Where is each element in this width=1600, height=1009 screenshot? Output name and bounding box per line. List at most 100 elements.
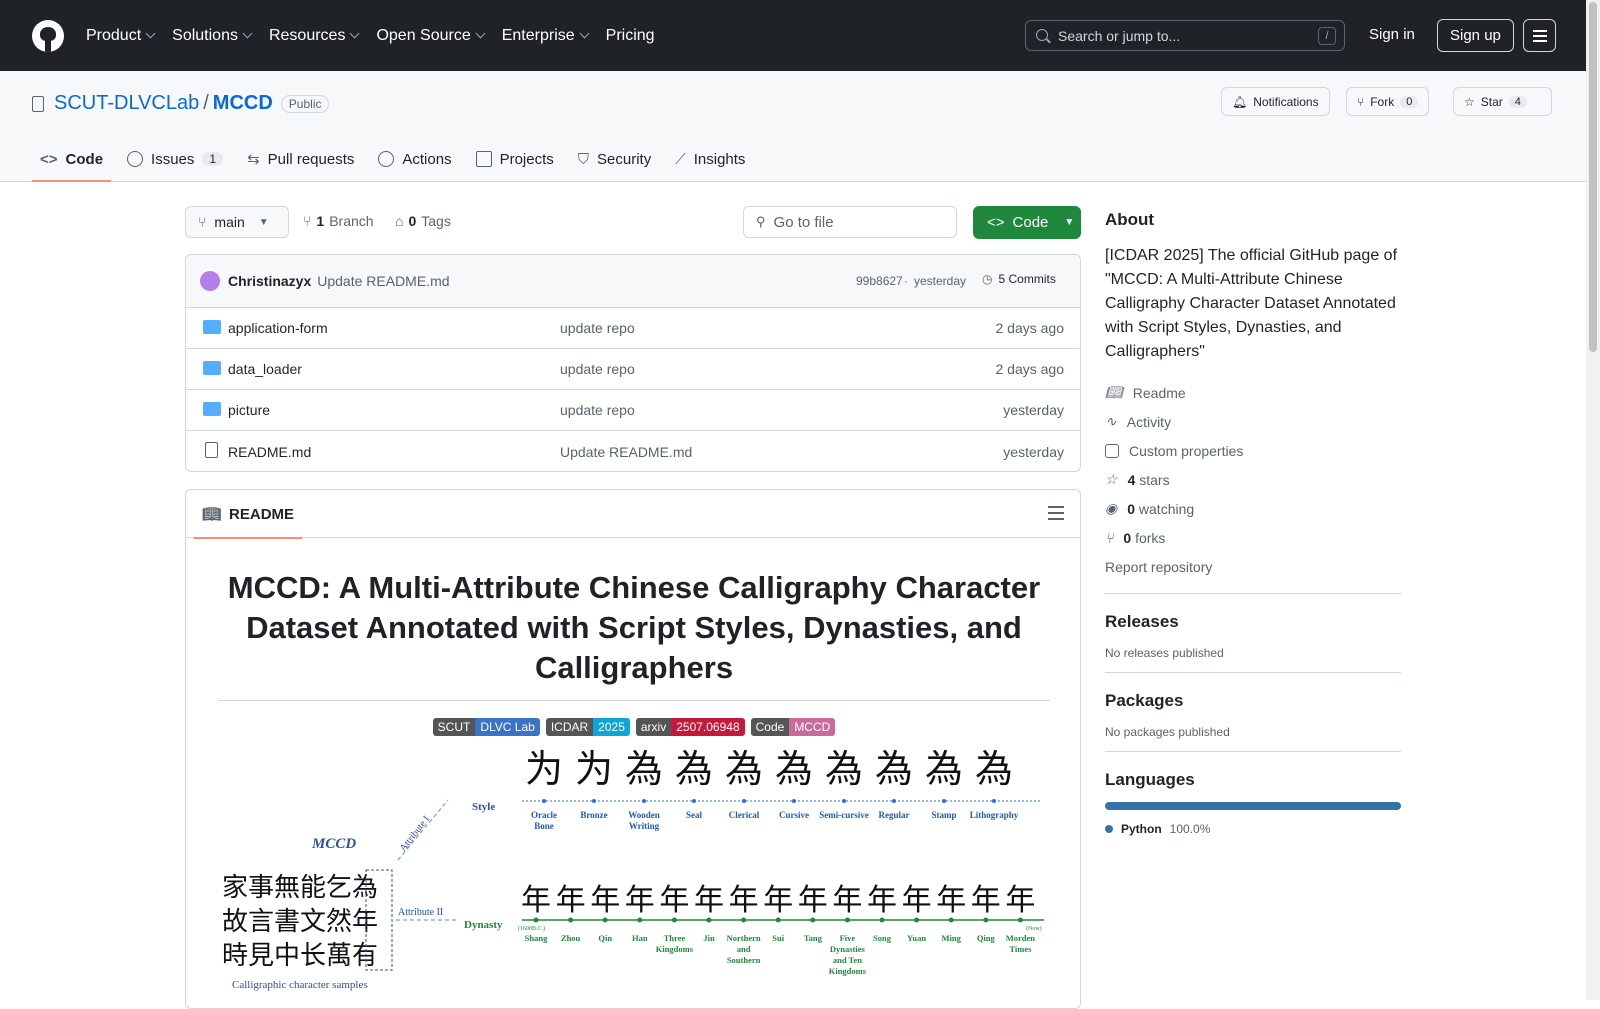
table-row[interactable]: README.md Update README.md yesterday xyxy=(186,431,1080,471)
nav-resources[interactable]: Resources xyxy=(269,27,360,45)
sliders-icon xyxy=(1533,30,1547,32)
branch-selector[interactable]: ⑂ main ▼ xyxy=(185,206,289,238)
style-label: Writing xyxy=(629,821,660,831)
style-label: Bone xyxy=(534,821,554,831)
nav-label: Pricing xyxy=(605,26,655,44)
branches-link[interactable]: ⑂ 1 Branch xyxy=(303,213,374,229)
file-name[interactable]: application-form xyxy=(228,320,328,336)
custom-properties-link[interactable]: Custom properties xyxy=(1105,436,1401,465)
style-point xyxy=(892,799,896,803)
repo-name-link[interactable]: MCCD xyxy=(213,92,273,115)
dynasty-sample-char: 年 xyxy=(625,884,655,917)
star-button[interactable]: ☆ Star 4 xyxy=(1453,87,1552,116)
forks-link[interactable]: ⑂ 0 forks xyxy=(1105,523,1401,552)
watching-link[interactable]: ◉ 0 watching xyxy=(1105,494,1401,523)
fork-button[interactable]: ⑂ Fork 0 xyxy=(1346,87,1430,116)
avatar[interactable] xyxy=(200,271,220,291)
table-row[interactable]: data_loader update repo 2 days ago xyxy=(186,349,1080,390)
badge-code[interactable]: Code MCCD xyxy=(750,718,836,736)
notifications-button[interactable]: 🔔︎ Notifications xyxy=(1221,87,1330,116)
file-commit-message[interactable]: update repo xyxy=(560,320,635,336)
repo-header: SCUT-DLVCLab / MCCD Public 🔔︎ Notificati… xyxy=(0,71,1586,182)
style-sample-char: 为 xyxy=(575,749,613,791)
nav-product[interactable]: Product xyxy=(86,27,156,45)
nav-open-source[interactable]: Open Source xyxy=(376,27,486,45)
code-button[interactable]: <> Code ▼ xyxy=(973,206,1081,239)
badge-arxiv[interactable]: arxiv 2507.06948 xyxy=(635,718,745,736)
dynasty-point xyxy=(775,917,781,923)
branch-icon: ⑂ xyxy=(303,213,312,229)
style-sample-char: 為 xyxy=(925,749,963,791)
about-sidebar: About [ICDAR 2025] The official GitHub p… xyxy=(1105,210,1401,836)
page-scrollbar[interactable] xyxy=(1586,0,1600,1000)
style-sample-char: 為 xyxy=(875,749,913,791)
file-commit-message[interactable]: update repo xyxy=(560,402,635,418)
search-input[interactable]: Search or jump to... / xyxy=(1025,20,1345,51)
sliders-icon-line xyxy=(1533,35,1547,37)
dynasty-sample-char: 年 xyxy=(729,884,759,917)
fork-count: 0 xyxy=(1400,95,1419,108)
dynasty-point xyxy=(741,917,747,923)
language-item[interactable]: Python 100.0% xyxy=(1105,822,1401,836)
tab-label: Projects xyxy=(499,150,554,168)
pulse-icon: ∿ xyxy=(1105,413,1117,429)
scrollbar-thumb[interactable] xyxy=(1589,2,1597,352)
badge-left: SCUT xyxy=(432,718,476,736)
outline-list-icon[interactable] xyxy=(1048,506,1064,520)
nav-enterprise[interactable]: Enterprise xyxy=(502,27,590,45)
tab-insights[interactable]: ⟋ Insights xyxy=(667,136,753,182)
stars-count: 4 xyxy=(1127,471,1136,488)
attribute-2-label: Attribute II xyxy=(398,907,443,918)
commit-author[interactable]: Christinazyx xyxy=(228,273,311,289)
forks-count: 0 xyxy=(1123,529,1132,546)
folder-icon xyxy=(203,402,221,416)
activity-link[interactable]: ∿ Activity xyxy=(1105,407,1401,436)
chevron-down-icon xyxy=(145,28,156,39)
file-name[interactable]: data_loader xyxy=(228,361,302,377)
tab-issues[interactable]: Issues 1 xyxy=(119,136,231,182)
commit-message[interactable]: Update README.md xyxy=(317,273,449,289)
repo-owner-link[interactable]: SCUT-DLVCLab xyxy=(54,92,199,115)
sign-in-link[interactable]: Sign in xyxy=(1369,26,1415,43)
file-commit-message[interactable]: Update README.md xyxy=(560,444,692,460)
table-row[interactable]: picture update repo yesterday xyxy=(186,390,1080,431)
dynasty-label: Morden xyxy=(1006,933,1036,943)
dynasty-point xyxy=(568,917,574,923)
nav-pricing[interactable]: Pricing xyxy=(606,27,655,45)
file-commit-message[interactable]: update repo xyxy=(560,361,635,377)
tab-actions[interactable]: Actions xyxy=(370,136,459,182)
command-menu-button[interactable] xyxy=(1523,19,1556,52)
path-separator: / xyxy=(203,92,209,114)
badge-scut[interactable]: SCUT DLVC Lab xyxy=(432,718,540,736)
star-count: 4 xyxy=(1508,95,1527,108)
github-logo-icon[interactable] xyxy=(32,19,64,52)
badge-right: DLVC Lab xyxy=(475,718,540,736)
tab-pull-requests[interactable]: ⇆ Pull requests xyxy=(239,136,362,182)
report-repository-link[interactable]: Report repository xyxy=(1105,552,1401,581)
code-button-label: Code xyxy=(1012,214,1049,231)
nav-solutions[interactable]: Solutions xyxy=(172,27,253,45)
badge-icdar[interactable]: ICDAR 2025 xyxy=(545,718,630,736)
commits-link[interactable]: ◷ 5 Commits xyxy=(982,272,1056,286)
readme-link[interactable]: 📖︎ Readme xyxy=(1105,378,1401,407)
file-name[interactable]: picture xyxy=(228,402,270,418)
tab-code[interactable]: <> Code xyxy=(32,136,112,182)
tags-link[interactable]: ⌂ 0 Tags xyxy=(395,213,451,229)
releases-heading[interactable]: Releases xyxy=(1105,612,1401,632)
tab-projects[interactable]: Projects xyxy=(468,136,562,182)
commit-hash[interactable]: 99b8627 xyxy=(856,274,903,288)
packages-heading[interactable]: Packages xyxy=(1105,691,1401,711)
commit-separator: · xyxy=(904,274,908,288)
dynasty-label: Dynasties xyxy=(830,944,866,954)
stars-link[interactable]: ☆ 4 stars xyxy=(1105,465,1401,494)
dynasty-label: Shang xyxy=(525,933,548,943)
sign-up-button[interactable]: Sign up xyxy=(1437,19,1514,52)
language-bar xyxy=(1105,802,1401,810)
file-name[interactable]: README.md xyxy=(228,444,311,460)
readme-tab[interactable]: 📖︎ README xyxy=(194,490,303,539)
branch-toolbar: ⑂ main ▼ ⑂ 1 Branch ⌂ 0 Tags ⚲ Go to fil… xyxy=(185,206,1081,239)
table-row[interactable]: application-form update repo 2 days ago xyxy=(186,308,1080,349)
link-label: Readme xyxy=(1132,384,1186,401)
go-to-file-input[interactable]: ⚲ Go to file xyxy=(743,206,957,238)
tab-security[interactable]: ⛉ Security xyxy=(570,136,659,182)
